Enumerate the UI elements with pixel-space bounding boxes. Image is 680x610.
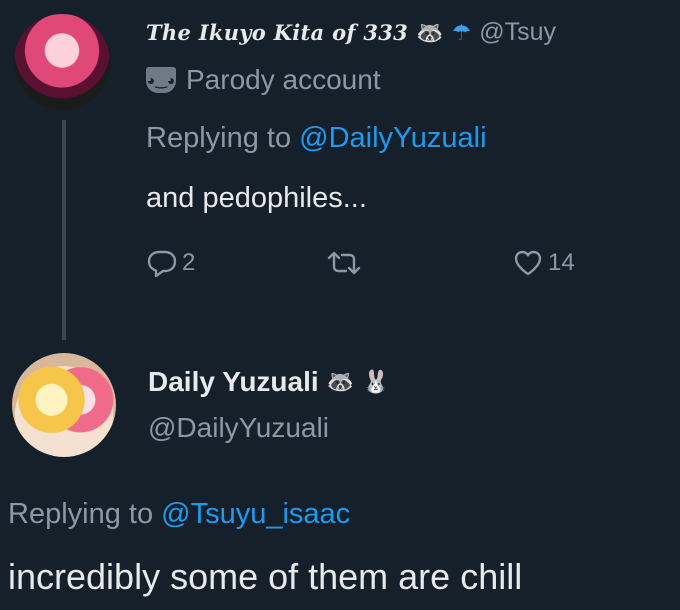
like-icon <box>514 250 542 276</box>
parody-label: Parody account <box>186 64 381 95</box>
parody-badge: ◕‿◕ Parody account <box>146 64 381 96</box>
like-button[interactable]: 14 <box>512 248 575 278</box>
display-name[interactable]: Daily Yuzuali <box>148 366 319 398</box>
avatar[interactable] <box>12 353 116 457</box>
replying-prefix: Replying to <box>146 122 300 154</box>
reply-button[interactable]: 2 <box>146 248 195 278</box>
rabbit-emoji-icon: 🐰 <box>362 369 390 394</box>
tweet-text: incredibly some of them are chill <box>8 556 523 597</box>
display-name[interactable]: The Ikuyo Kita of 333 <box>146 20 408 45</box>
reply-icon <box>147 250 177 278</box>
replying-to-line: Replying to @Tsuyu_isaac <box>8 498 350 531</box>
raccoon-emoji-icon: 🦝 <box>416 19 444 45</box>
avatar[interactable] <box>14 14 110 110</box>
tweet-actions: 2 14 <box>146 248 606 288</box>
replying-to-line: Replying to @DailyYuzuali <box>146 122 487 155</box>
thread-connector-line <box>62 120 66 340</box>
reply-count: 2 <box>182 249 196 276</box>
tweet-text: and pedophiles... <box>146 182 367 214</box>
like-count: 14 <box>548 249 575 276</box>
tweet2-header: Daily Yuzuali 🦝 🐰 <box>148 366 389 398</box>
mention-link[interactable]: @DailyYuzuali <box>299 122 486 154</box>
raccoon-emoji-icon: 🦝 <box>326 369 355 394</box>
handle[interactable]: @Tsuy <box>479 18 556 47</box>
repost-icon <box>327 251 361 275</box>
parody-mask-icon: ◕‿◕ <box>146 67 176 93</box>
repost-button[interactable] <box>326 248 362 278</box>
mention-link[interactable]: @Tsuyu_isaac <box>161 498 350 530</box>
replying-prefix: Replying to <box>8 498 162 530</box>
tweet1-header: The Ikuyo Kita of 333 🦝 ☂ @Tsuy <box>146 18 556 47</box>
umbrella-emoji-icon: ☂ <box>451 19 472 45</box>
handle[interactable]: @DailyYuzuali <box>148 412 329 444</box>
